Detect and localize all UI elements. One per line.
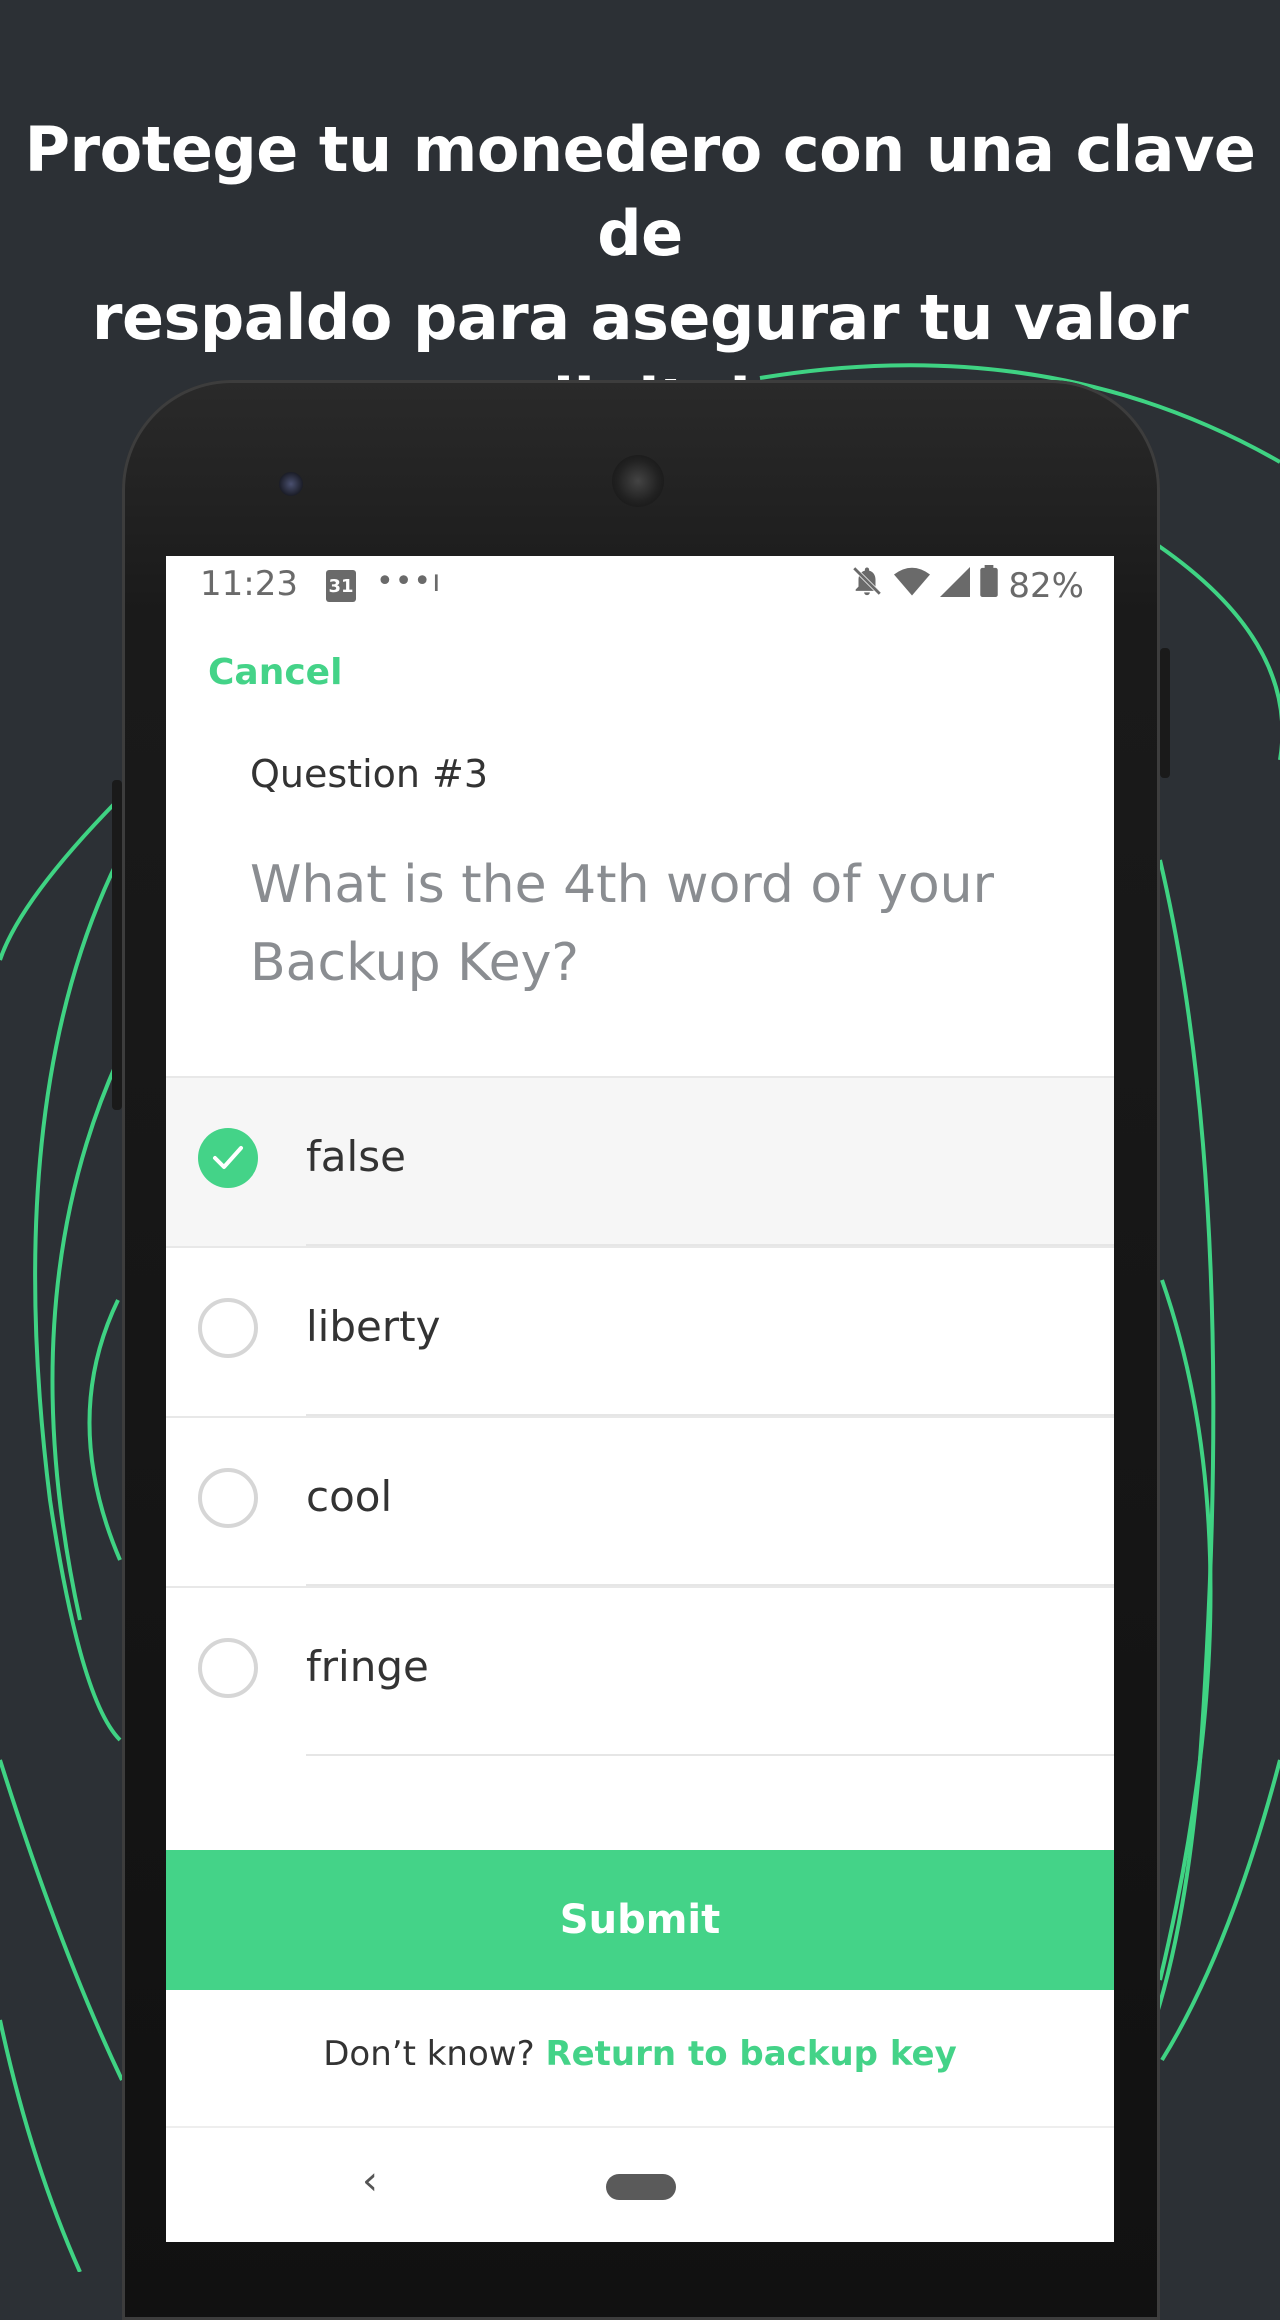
battery-percent: 82% (1008, 565, 1084, 606)
question-text: What is the 4th word of your Backup Key? (250, 855, 994, 993)
option-cool[interactable]: cool (166, 1416, 1114, 1586)
radio-unselected[interactable] (198, 1468, 258, 1528)
earpiece-speaker (612, 455, 664, 507)
dots-icon: •••ı (376, 564, 442, 599)
battery-icon (980, 565, 999, 606)
option-label: cool (306, 1472, 393, 1521)
radio-unselected[interactable] (198, 1298, 258, 1358)
submit-button[interactable]: Submit (166, 1850, 1114, 1990)
headline-line-1: Protege tu monedero con una clave de (24, 113, 1256, 270)
option-false[interactable]: false (166, 1076, 1114, 1246)
option-liberty[interactable]: liberty (166, 1246, 1114, 1416)
navigation-bar: ‹ (166, 2126, 1114, 2242)
radio-selected[interactable] (198, 1128, 258, 1188)
option-label: liberty (306, 1302, 441, 1351)
bell-off-icon (850, 564, 884, 607)
phone-side-button-right (1160, 648, 1170, 778)
question-number: Question #3 (250, 752, 489, 796)
option-label: false (306, 1132, 406, 1181)
radio-unselected[interactable] (198, 1638, 258, 1698)
return-to-backup-key-link[interactable]: Return to backup key (545, 2034, 956, 2074)
option-label: fringe (306, 1642, 429, 1691)
option-fringe[interactable]: fringe (166, 1586, 1114, 1756)
dont-know-row: Don’t know? Return to backup key (166, 2034, 1114, 2074)
divider (306, 1754, 1114, 1756)
status-bar: 11:23 31 •••ı 82% (166, 556, 1114, 616)
back-icon[interactable]: ‹ (362, 2158, 378, 2204)
check-icon (213, 1146, 243, 1169)
phone-side-button-left (112, 780, 122, 1110)
status-icons: 82% (850, 564, 1084, 607)
phone-screen: 11:23 31 •••ı 82% Cancel Question #3 Wha… (166, 556, 1114, 2242)
cancel-button[interactable]: Cancel (208, 652, 342, 693)
dont-know-prompt: Don’t know? (323, 2034, 535, 2074)
status-time: 11:23 (200, 564, 298, 604)
signal-icon (940, 566, 971, 606)
calendar-icon: 31 (326, 570, 356, 602)
home-icon[interactable] (606, 2174, 676, 2200)
wifi-icon (894, 566, 931, 606)
answer-options: false liberty cool fringe (166, 1076, 1114, 1756)
front-camera (279, 472, 303, 496)
